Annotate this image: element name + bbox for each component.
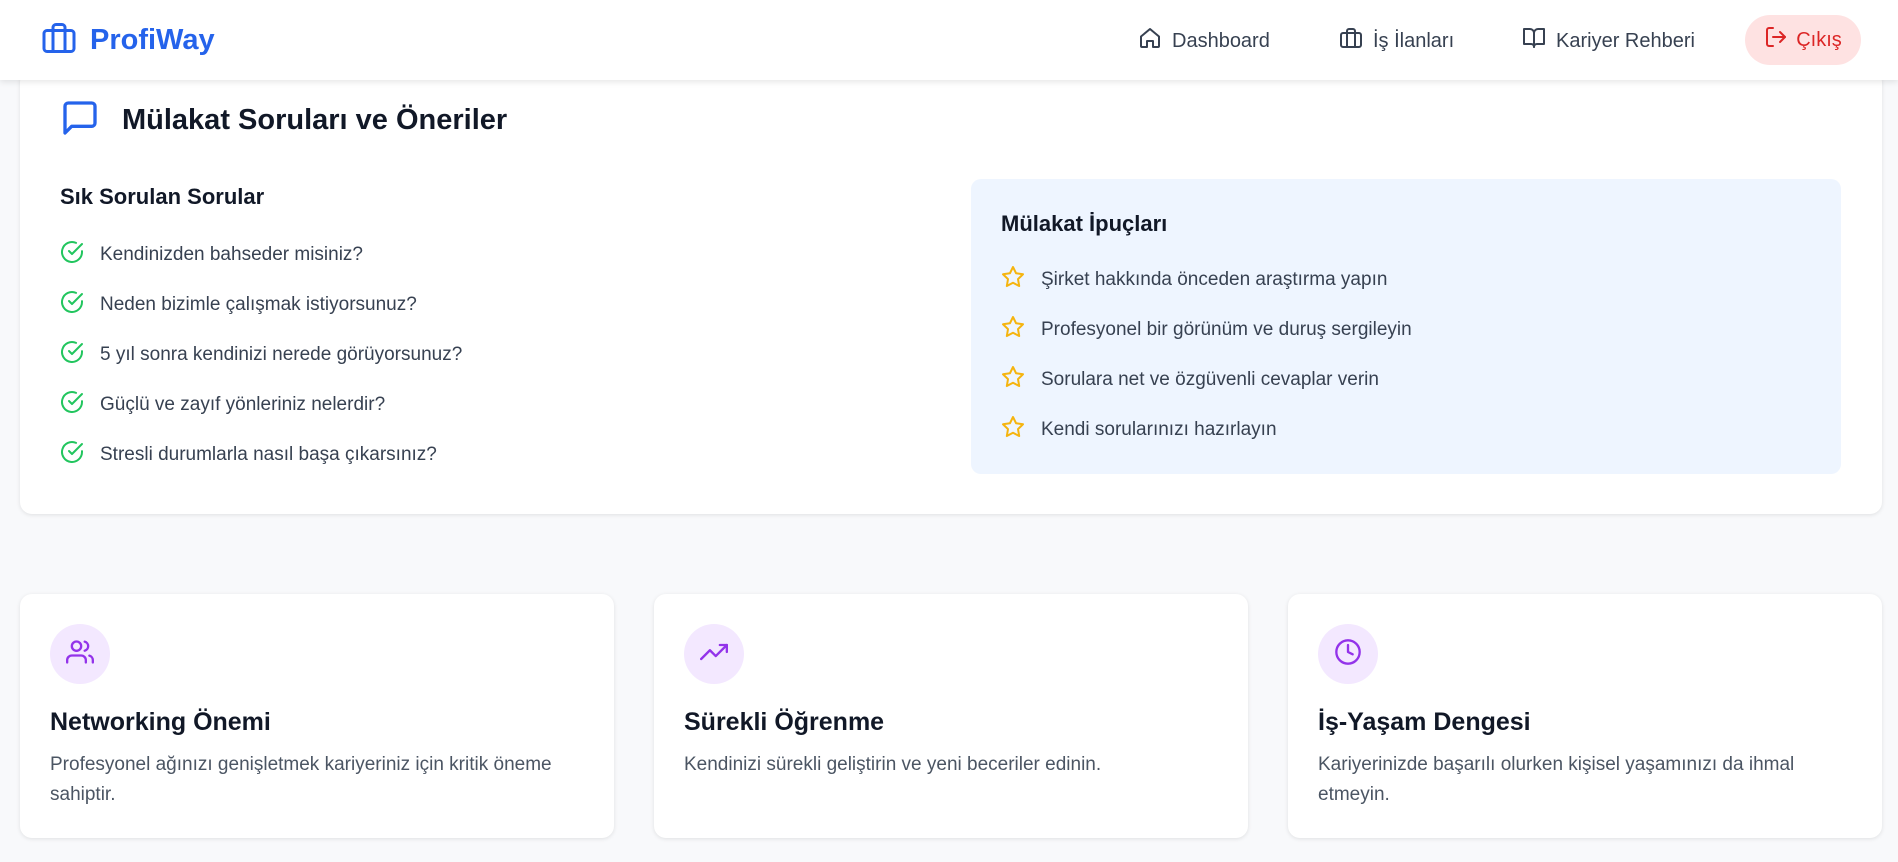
feature-card-networking: Networking Önemi Profesyonel ağınızı gen… [20,594,614,838]
brand-logo-link[interactable]: ProfiWay [40,20,215,61]
feature-description: Profesyonel ağınızı genişletmek kariyeri… [50,754,552,805]
tip-text: Sorulara net ve özgüvenli cevaplar verin [1041,369,1379,390]
home-icon [1138,26,1162,56]
tip-item: Sorulara net ve özgüvenli cevaplar verin [1001,355,1412,405]
nav-dashboard[interactable]: Dashboard [1138,22,1270,60]
feature-description: Kendinizi sürekli geliştirin ve yeni bec… [684,754,1102,775]
feature-icon-circle [1318,624,1378,684]
tip-text: Şirket hakkında önceden araştırma yapın [1041,269,1388,290]
feature-title: Networking Önemi [50,708,271,736]
nav-dashboard-label: Dashboard [1172,29,1270,52]
faq-text: 5 yıl sonra kendinizi nerede görüyorsunu… [100,344,463,365]
logout-label: Çıkış [1796,28,1842,51]
top-navbar: ProfiWay Dashboard İş İlanları Kariyer R… [0,0,1898,80]
briefcase-icon [1339,26,1363,56]
faq-item: Neden bizimle çalışmak istiyorsunuz? [60,280,462,330]
tip-item: Kendi sorularınızı hazırlayın [1001,405,1412,455]
tip-item: Şirket hakkında önceden araştırma yapın [1001,255,1412,305]
faq-text: Kendinizden bahseder misiniz? [100,244,363,265]
tip-text: Profesyonel bir görünüm ve duruş sergile… [1041,319,1412,340]
star-icon [1001,265,1025,295]
faq-text: Güçlü ve zayıf yönleriniz nelerdir? [100,394,386,415]
tip-text: Kendi sorularınızı hazırlayın [1041,419,1277,440]
faq-list: Kendinizden bahseder misiniz? Neden bizi… [60,230,462,480]
check-circle-icon [60,340,84,370]
logout-button[interactable]: Çıkış [1745,15,1861,65]
feature-icon-circle [684,624,744,684]
check-circle-icon [60,440,84,470]
tips-box: Mülakat İpuçları Şirket hakkında önceden… [971,179,1841,474]
interview-section-header: Mülakat Soruları ve Öneriler [60,98,507,143]
star-icon [1001,365,1025,395]
nav-career-guide-label: Kariyer Rehberi [1556,29,1695,52]
users-icon [66,638,95,671]
trending-up-icon [700,638,728,671]
check-circle-icon [60,390,84,420]
faq-item: Güçlü ve zayıf yönleriniz nelerdir? [60,380,462,430]
nav-jobs[interactable]: İş İlanları [1339,22,1454,60]
brand-name: ProfiWay [90,24,215,56]
faq-item: 5 yıl sonra kendinizi nerede görüyorsunu… [60,330,462,380]
feature-title: Sürekli Öğrenme [684,708,885,736]
feature-icon-circle [50,624,110,684]
star-icon [1001,315,1025,345]
feature-card-learning: Sürekli Öğrenme Kendinizi sürekli gelişt… [654,594,1248,838]
book-open-icon [1522,26,1546,56]
interview-section-card: Mülakat Soruları ve Öneriler Sık Sorulan… [20,70,1882,514]
feature-card-work-life: İş-Yaşam Dengesi Kariyerinizde başarılı … [1288,594,1882,838]
star-icon [1001,415,1025,445]
nav-career-guide[interactable]: Kariyer Rehberi [1522,22,1695,60]
faq-text: Stresli durumlarla nasıl başa çıkarsınız… [100,444,437,465]
nav-jobs-label: İş İlanları [1373,29,1455,52]
check-circle-icon [60,290,84,320]
faq-item: Kendinizden bahseder misiniz? [60,230,462,280]
logout-icon [1764,25,1788,55]
tips-heading: Mülakat İpuçları [1001,211,1168,236]
feature-title: İş-Yaşam Dengesi [1318,708,1531,736]
clock-icon [1334,638,1362,671]
tip-item: Profesyonel bir görünüm ve duruş sergile… [1001,305,1412,355]
message-square-icon [60,98,100,143]
tips-list: Şirket hakkında önceden araştırma yapın … [1001,255,1412,455]
faq-item: Stresli durumlarla nasıl başa çıkarsınız… [60,430,462,480]
section-title: Mülakat Soruları ve Öneriler [122,104,508,136]
faq-heading: Sık Sorulan Sorular [60,184,265,209]
faq-text: Neden bizimle çalışmak istiyorsunuz? [100,294,417,315]
check-circle-icon [60,240,84,270]
feature-description: Kariyerinizde başarılı olurken kişisel y… [1318,754,1795,805]
briefcase-logo-icon [40,20,78,61]
